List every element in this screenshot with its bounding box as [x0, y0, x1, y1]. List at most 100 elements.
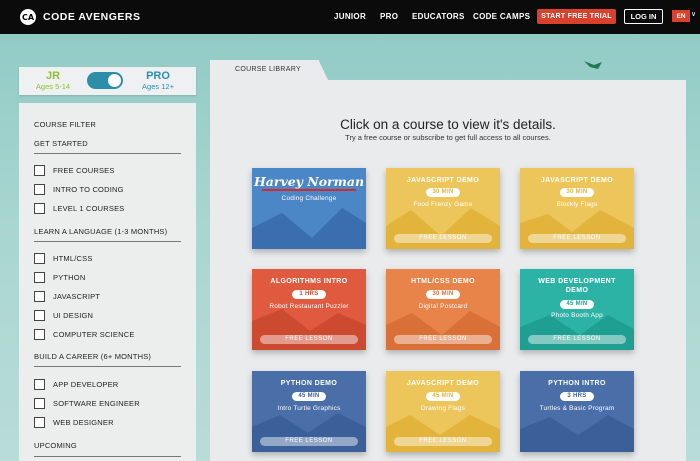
filter-app-developer[interactable]: APP DEVELOPER: [34, 379, 118, 390]
free-lesson-button[interactable]: FREE LESSON: [260, 335, 358, 344]
course-title: HTML/CSS DEMO: [411, 278, 475, 285]
duration-badge: 1 HRS: [292, 290, 326, 299]
checkbox[interactable]: [34, 417, 45, 428]
filter-software-engineer[interactable]: SOFTWARE ENGINEER: [34, 398, 140, 409]
course-card-harvey-norman[interactable]: Harvey Norman Coding Challenge: [252, 168, 366, 249]
logo[interactable]: CA CODE AVENGERS: [20, 9, 141, 25]
filter-level-1-courses[interactable]: LEVEL 1 COURSES: [34, 203, 125, 214]
checkbox[interactable]: [34, 203, 45, 214]
section-heading-upcoming: UPCOMING: [34, 441, 77, 450]
filter-title: COURSE FILTER: [34, 120, 97, 129]
section-heading-get-started: GET STARTED: [34, 139, 88, 148]
section-heading-build-a-career: BUILD A CAREER (6+ MONTHS): [34, 352, 152, 361]
checkbox[interactable]: [34, 379, 45, 390]
checkbox-label: LEVEL 1 COURSES: [53, 204, 125, 213]
filter-ui-design[interactable]: UI DESIGN: [34, 310, 93, 321]
course-title: JAVASCRIPT DEMO: [406, 177, 480, 184]
free-lesson-button[interactable]: FREE LESSON: [528, 234, 626, 243]
nav-code-camps[interactable]: CODE CAMPS: [473, 12, 530, 21]
course-name: Digital Postcard: [418, 303, 468, 310]
duration-badge: 30 MIN: [426, 188, 460, 197]
checkbox[interactable]: [34, 291, 45, 302]
course-title: PYTHON INTRO: [548, 380, 606, 387]
filter-free-courses[interactable]: FREE COURSES: [34, 165, 115, 176]
filter-web-designer[interactable]: WEB DESIGNER: [34, 417, 114, 428]
checkbox[interactable]: [34, 165, 45, 176]
divider: [34, 456, 181, 457]
course-name: Coding Challenge: [281, 195, 337, 202]
free-lesson-button[interactable]: FREE LESSON: [394, 234, 492, 243]
filter-intro-to-coding[interactable]: INTRO TO CODING: [34, 184, 124, 195]
jr-option[interactable]: JR Ages 5-14: [33, 70, 73, 91]
course-title: JAVASCRIPT DEMO: [406, 380, 480, 387]
free-lesson-button[interactable]: FREE LESSON: [528, 335, 626, 344]
course-card-robot-restaurant[interactable]: ALGORITHMS INTRO 1 HRS Robot Restaurant …: [252, 269, 366, 350]
divider: [34, 241, 181, 242]
checkbox-label: PYTHON: [53, 273, 86, 282]
jr-pro-toggle-switch[interactable]: [87, 72, 123, 89]
duration-badge: 30 MIN: [426, 290, 460, 299]
login-button[interactable]: LOG IN: [624, 9, 663, 24]
section-heading-learn-a-language: LEARN A LANGUAGE (1-3 MONTHS): [34, 227, 168, 236]
checkbox[interactable]: [34, 253, 45, 264]
course-name: Blockly Flags: [556, 201, 598, 208]
course-card-blockly-flags[interactable]: JAVASCRIPT DEMO 30 MIN Blockly Flags FRE…: [520, 168, 634, 249]
checkbox-label: APP DEVELOPER: [53, 380, 119, 389]
pro-option[interactable]: PRO Ages 12+: [137, 70, 179, 91]
duration-badge: 30 MIN: [560, 188, 594, 197]
pro-ages: Ages 12+: [142, 82, 174, 91]
course-card-food-frenzy[interactable]: JAVASCRIPT DEMO 30 MIN Food Frenzy Game …: [386, 168, 500, 249]
free-lesson-button[interactable]: FREE LESSON: [394, 335, 492, 344]
filter-computer-science[interactable]: COMPUTER SCIENCE: [34, 329, 135, 340]
checkbox-label: UI DESIGN: [53, 311, 94, 320]
free-lesson-button[interactable]: FREE LESSON: [260, 437, 358, 446]
course-card-drawing-flags[interactable]: JAVASCRIPT DEMO 45 MIN Drawing Flags FRE…: [386, 371, 500, 452]
course-name: Robot Restaurant Puzzler: [269, 303, 349, 310]
course-title: WEB DEVELOPMENT DEMO: [538, 278, 616, 294]
course-card-turtle-graphics[interactable]: PYTHON DEMO 45 MIN Intro Turtle Graphics…: [252, 371, 366, 452]
chevron-down-icon[interactable]: ∨: [691, 10, 696, 18]
course-name: Turtles & Basic Program: [539, 405, 615, 412]
divider: [34, 366, 181, 367]
nav-junior[interactable]: JUNIOR: [334, 12, 366, 21]
course-card-turtles-basic[interactable]: PYTHON INTRO 3 HRS Turtles & Basic Progr…: [520, 371, 634, 452]
checkbox-label: FREE COURSES: [53, 166, 115, 175]
checkbox[interactable]: [34, 329, 45, 340]
checkbox[interactable]: [34, 184, 45, 195]
course-filter-sidebar: COURSE FILTER GET STARTED FREE COURSES I…: [19, 103, 196, 461]
nav-educators[interactable]: EDUCATORS: [412, 12, 465, 21]
checkbox-label: JAVASCRIPT: [53, 292, 101, 301]
jr-label: JR: [45, 70, 61, 82]
filter-javascript[interactable]: JAVASCRIPT: [34, 291, 100, 302]
language-selector[interactable]: EN: [672, 10, 690, 22]
checkbox[interactable]: [34, 272, 45, 283]
logo-underline: [262, 189, 356, 191]
course-title: JAVASCRIPT DEMO: [540, 177, 614, 184]
course-card-photo-booth[interactable]: WEB DEVELOPMENT DEMO 45 MIN Photo Booth …: [520, 269, 634, 350]
checkbox[interactable]: [34, 398, 45, 409]
course-title: PYTHON DEMO: [280, 380, 338, 387]
top-nav-bar: CA CODE AVENGERS JUNIOR PRO EDUCATORS CO…: [0, 0, 700, 34]
checkbox[interactable]: [34, 310, 45, 321]
page-title: Click on a course to view it's details.: [340, 117, 556, 132]
age-toggle-card: JR Ages 5-14 PRO Ages 12+: [19, 67, 196, 95]
course-title: ALGORITHMS INTRO: [270, 278, 348, 285]
course-name: Photo Booth App: [551, 312, 603, 319]
course-name: Intro Turtle Graphics: [277, 405, 341, 412]
toggle-knob: [108, 74, 121, 87]
filter-html-css[interactable]: HTML/CSS: [34, 253, 93, 264]
tab-course-library[interactable]: COURSE LIBRARY: [210, 60, 328, 80]
nav-pro[interactable]: PRO: [380, 12, 398, 21]
page-subtitle: Try a free course or subscribe to get fu…: [345, 133, 551, 142]
duration-badge: 45 MIN: [560, 300, 594, 309]
free-lesson-button[interactable]: FREE LESSON: [394, 437, 492, 446]
pro-label: PRO: [146, 70, 170, 82]
duration-badge: 3 HRS: [560, 392, 594, 401]
start-free-trial-button[interactable]: START FREE TRIAL: [537, 9, 616, 24]
course-name: Drawing Flags: [420, 405, 466, 412]
filter-python[interactable]: PYTHON: [34, 272, 85, 283]
course-card-digital-postcard[interactable]: HTML/CSS DEMO 30 MIN Digital Postcard FR…: [386, 269, 500, 350]
checkbox-label: INTRO TO CODING: [53, 185, 124, 194]
logo-text: CODE AVENGERS: [43, 11, 141, 23]
divider: [34, 153, 181, 154]
